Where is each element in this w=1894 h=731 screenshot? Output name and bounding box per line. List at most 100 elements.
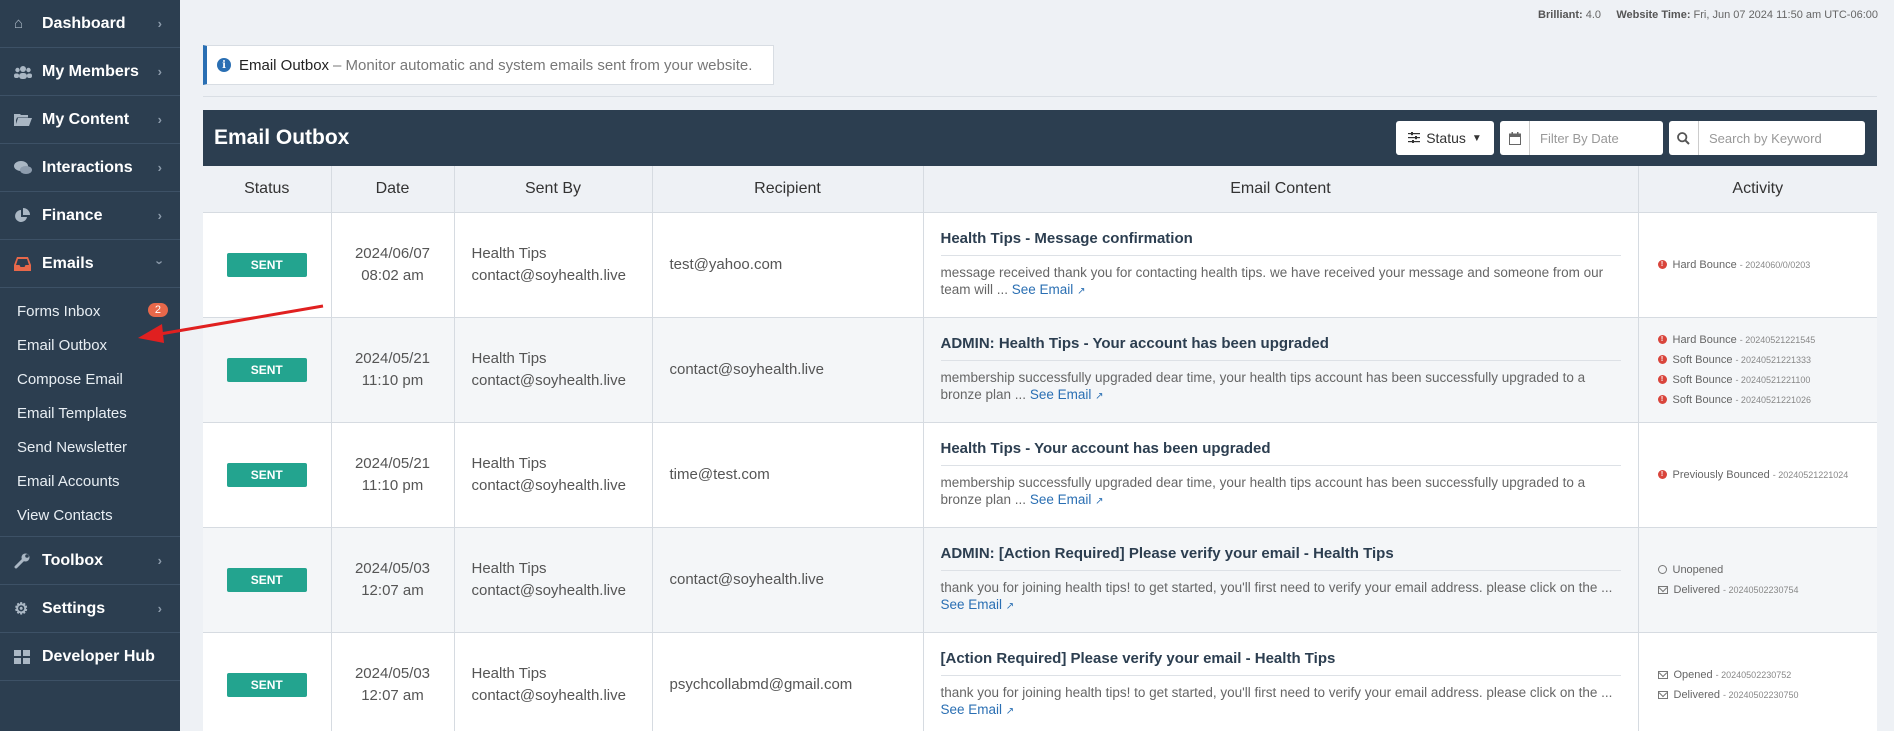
sidebar-item-interactions[interactable]: Interactions › <box>0 144 180 192</box>
status-badge: SENT <box>226 672 307 697</box>
email-content-cell: [Action Required] Please verify your ema… <box>923 632 1639 731</box>
activity-label: Delivered <box>1673 583 1720 596</box>
email-excerpt-text: thank you for joining health tips! to ge… <box>940 579 1613 595</box>
activity-entry: ! Soft Bounce - 20240521221100 <box>1657 370 1878 390</box>
sender-email: contact@soyhealth.live <box>471 476 626 494</box>
sent-time: 12:07 am <box>361 686 424 704</box>
date-filter-input[interactable] <box>1530 121 1660 155</box>
submenu-item-label: Forms Inbox <box>17 302 101 320</box>
activity-entry: ! Hard Bounce - 2024060/0/0203 <box>1657 255 1878 275</box>
table-row[interactable]: SENT 2024/05/03 12:07 am Health Tips contact… <box>203 527 1877 633</box>
activity-timestamp: - 20240521221333 <box>1735 354 1812 365</box>
submenu-item-forms-inbox[interactable]: Forms Inbox 2 <box>0 294 180 328</box>
column-header-email-content[interactable]: Email Content <box>923 166 1639 213</box>
activity-cell: ! Previously Bounced - 20240521221024 <box>1638 422 1877 528</box>
column-header-status[interactable]: Status <box>203 166 332 213</box>
see-email-link[interactable]: See Email ↗ <box>1030 387 1104 402</box>
recipient-email: contact@soyhealth.live <box>669 571 824 588</box>
sidebar-item-dashboard[interactable]: ⌂ Dashboard › <box>0 0 180 48</box>
sidebar: ⌂ Dashboard › My Members › My Content › … <box>0 0 180 731</box>
count-badge: 2 <box>147 303 168 317</box>
calendar-icon <box>1500 121 1530 155</box>
search-input[interactable] <box>1699 121 1861 155</box>
date-cell: 2024/05/21 11:10 pm <box>331 422 455 528</box>
email-excerpt: thank you for joining health tips! to ge… <box>941 579 1621 615</box>
website-time-value: Fri, Jun 07 2024 11:50 am UTC-06:00 <box>1693 9 1878 21</box>
activity-cell: ! Hard Bounce - 20240521221545 ! Soft Bounce… <box>1638 317 1878 423</box>
page-title: Email Outbox <box>214 126 350 149</box>
search-icon <box>1669 121 1699 155</box>
status-filter-button[interactable]: Status ▼ <box>1396 121 1494 155</box>
see-email-link[interactable]: See Email ↗ <box>941 597 1015 612</box>
submenu-item-email-accounts[interactable]: Email Accounts <box>0 464 180 498</box>
version-value: 4.0 <box>1585 9 1602 21</box>
submenu-item-view-contacts[interactable]: View Contacts <box>0 498 180 532</box>
submenu-item-email-outbox[interactable]: Email Outbox <box>0 328 180 362</box>
sent-by-cell: Health Tips contact@soyhealth.live <box>454 422 653 528</box>
sidebar-item-label: My Content <box>42 110 130 128</box>
recipient-email: time@test.com <box>669 466 770 483</box>
see-email-link[interactable]: See Email ↗ <box>1030 492 1104 507</box>
sidebar-item-label: Dashboard <box>42 14 126 32</box>
submenu-item-email-templates[interactable]: Email Templates <box>0 396 180 430</box>
sender-name: Health Tips <box>471 559 547 577</box>
table-row[interactable]: SENT 2024/05/21 11:10 pm Health Tips contact… <box>203 422 1877 528</box>
website-time-label: Website Time: <box>1616 9 1691 21</box>
sent-date: 2024/05/21 <box>354 349 431 367</box>
wrench-icon <box>14 553 38 569</box>
column-header-recipient[interactable]: Recipient <box>652 166 924 213</box>
activity-cell: ! Hard Bounce - 2024060/0/0203 <box>1638 212 1878 318</box>
chevron-right-icon: › <box>157 160 162 175</box>
external-link-icon: ↗ <box>1005 705 1015 717</box>
sender-email: contact@soyhealth.live <box>471 686 626 704</box>
recipient-email: test@yahoo.com <box>669 256 783 273</box>
error-icon: ! <box>1657 395 1667 404</box>
status-badge: SENT <box>226 357 307 382</box>
sender-name: Health Tips <box>471 349 547 367</box>
activity-label: Hard Bounce <box>1672 333 1737 346</box>
grid-icon <box>14 649 38 664</box>
sidebar-item-my-members[interactable]: My Members › <box>0 48 180 96</box>
see-email-link[interactable]: See Email ↗ <box>1012 282 1086 297</box>
email-outbox-panel: Email Outbox Status ▼ Filter By Date Sea… <box>203 110 1877 731</box>
status-cell: SENT <box>203 632 332 731</box>
chevron-right-icon: › <box>157 64 162 79</box>
sender-name: Health Tips <box>471 664 547 682</box>
column-header-date[interactable]: Date <box>331 166 455 213</box>
chevron-right-icon: › <box>157 553 162 568</box>
activity-cell: Unopened Delivered - 20240502230754 <box>1638 527 1877 633</box>
see-email-label: See Email <box>940 701 1003 717</box>
sender-email: contact@soyhealth.live <box>471 371 626 389</box>
activity-timestamp: - 20240521221026 <box>1735 394 1812 405</box>
email-excerpt: membership successfully upgraded dear ti… <box>941 369 1621 405</box>
column-header-sent-by[interactable]: Sent By <box>454 166 653 213</box>
activity-timestamp: - 20240502230752 <box>1715 669 1792 680</box>
recipient-cell: test@yahoo.com <box>652 212 924 318</box>
see-email-link[interactable]: See Email ↗ <box>941 702 1015 717</box>
table-row[interactable]: SENT 2024/05/03 12:07 am Health Tips contact… <box>203 632 1877 731</box>
sidebar-item-settings[interactable]: ⚙ Settings › <box>0 585 180 633</box>
table-row[interactable]: SENT 2024/05/21 11:10 pm Health Tips contact… <box>203 317 1878 423</box>
sidebar-item-finance[interactable]: Finance › <box>0 192 180 240</box>
table-row[interactable]: SENT 2024/06/07 08:02 am Health Tips contact… <box>203 212 1878 318</box>
submenu-item-send-newsletter[interactable]: Send Newsletter <box>0 430 180 464</box>
sent-by-cell: Health Tips contact@soyhealth.live <box>454 212 653 318</box>
email-excerpt: membership successfully upgraded dear ti… <box>941 474 1621 510</box>
sidebar-item-my-content[interactable]: My Content › <box>0 96 180 144</box>
sent-by-cell: Health Tips contact@soyhealth.live <box>454 527 653 633</box>
sidebar-item-label: Interactions <box>42 158 133 176</box>
activity-timestamp: - 20240502230754 <box>1722 584 1799 595</box>
activity-entry: ! Soft Bounce - 20240521221333 <box>1657 350 1878 370</box>
activity-timestamp: - 20240521221545 <box>1739 334 1816 345</box>
recipient-email: psychcollabmd@gmail.com <box>669 676 853 693</box>
submenu-item-label: Compose Email <box>17 370 123 388</box>
submenu-item-compose-email[interactable]: Compose Email <box>0 362 180 396</box>
sidebar-item-developer-hub[interactable]: Developer Hub <box>0 633 180 681</box>
sidebar-item-toolbox[interactable]: Toolbox › <box>0 537 180 585</box>
error-icon: ! <box>1657 335 1667 344</box>
sidebar-item-emails[interactable]: Emails › <box>0 240 180 288</box>
see-email-label: See Email <box>940 596 1003 612</box>
column-header-activity[interactable]: Activity <box>1638 166 1877 213</box>
status-badge: SENT <box>226 252 307 277</box>
sidebar-item-label: Settings <box>42 599 106 617</box>
